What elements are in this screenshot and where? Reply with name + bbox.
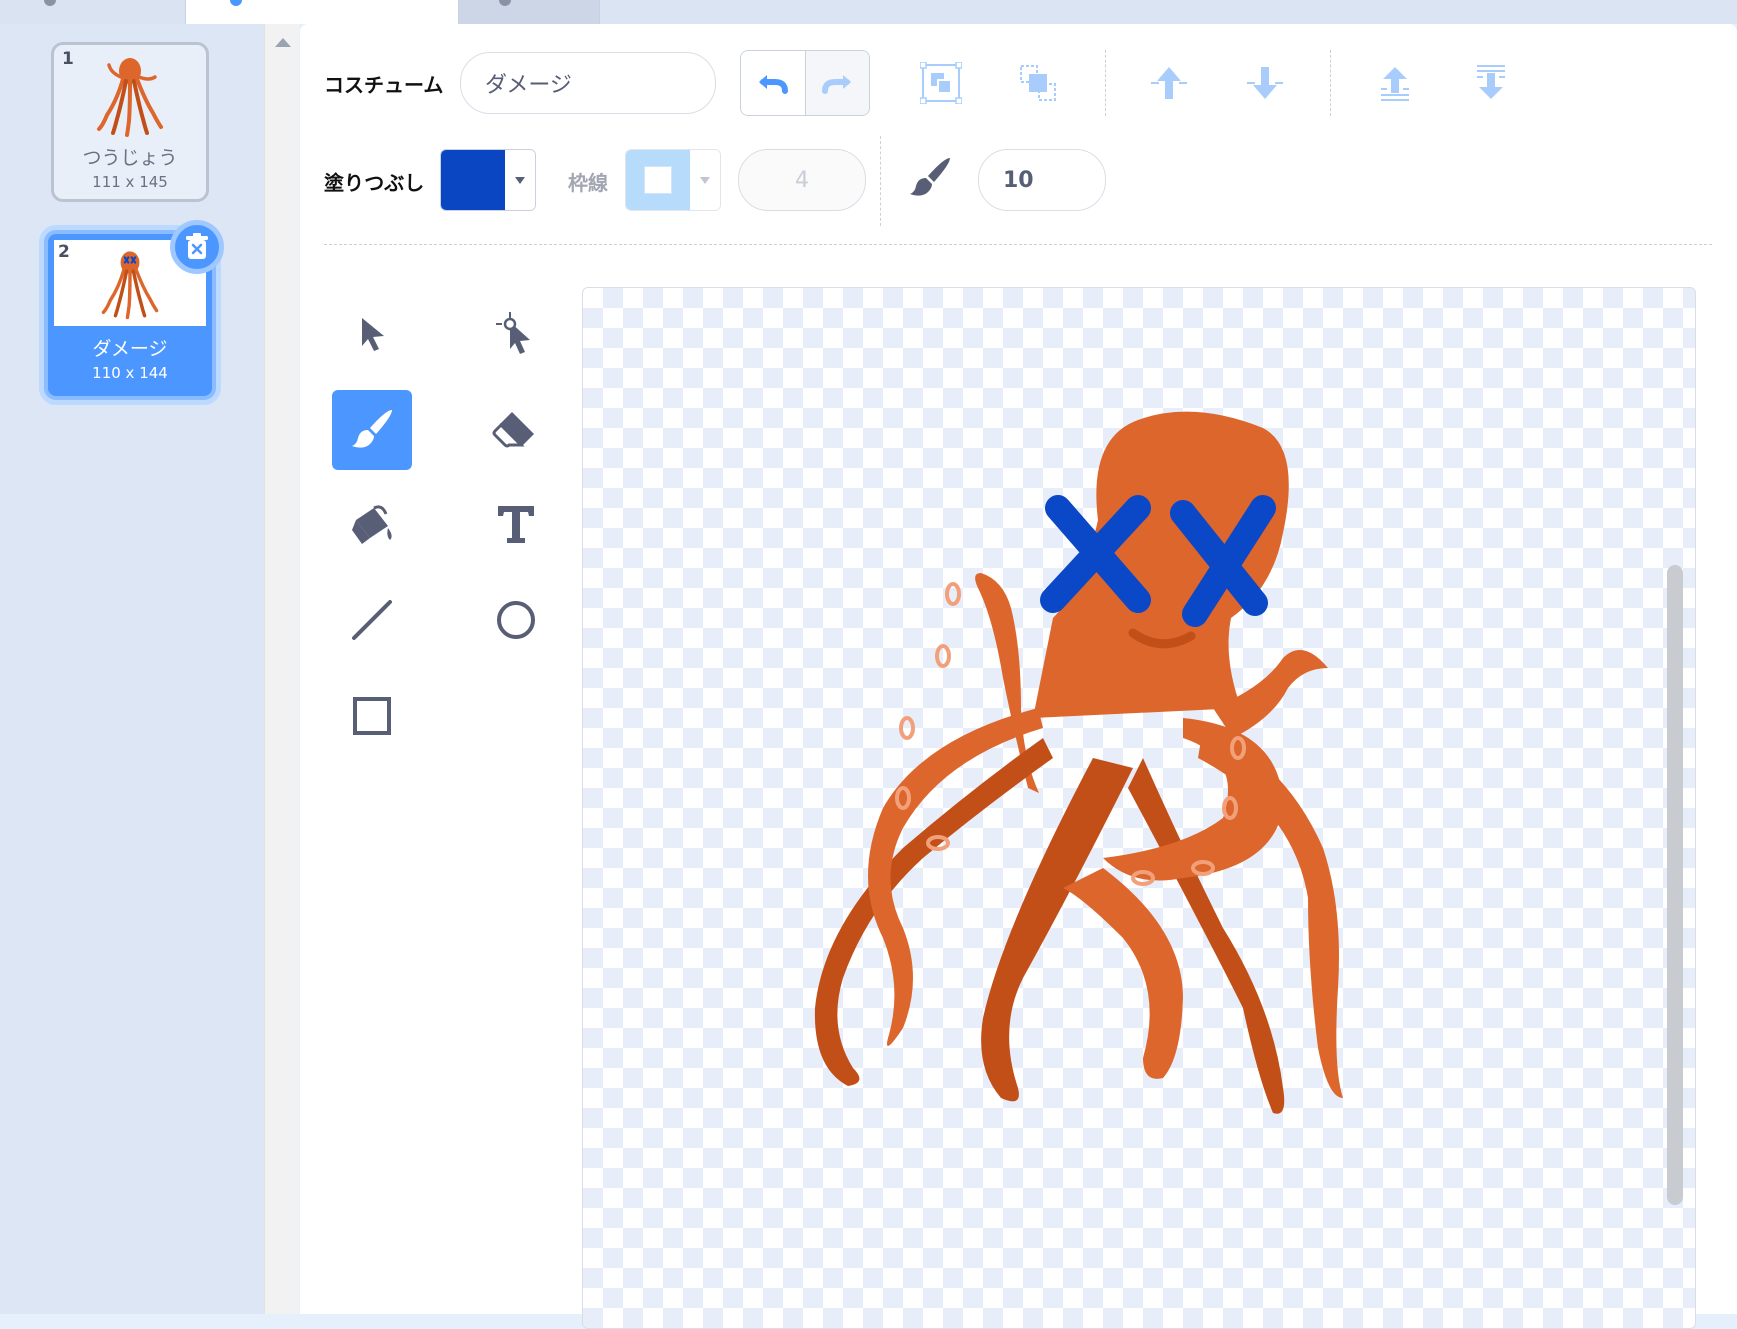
- toolbar-divider: [1105, 50, 1106, 116]
- octopus-thumbnail: [97, 58, 163, 137]
- text-tool[interactable]: [476, 484, 556, 564]
- fill-color-swatch: [441, 150, 505, 210]
- back-button[interactable]: [1465, 57, 1517, 109]
- text-icon: [498, 506, 534, 543]
- undo-icon: [758, 75, 788, 94]
- outline-color-picker[interactable]: [625, 149, 721, 211]
- redo-button[interactable]: [805, 51, 869, 115]
- group-button[interactable]: [915, 57, 967, 109]
- octopus-thumbnail: [101, 251, 159, 320]
- redo-icon: [822, 75, 852, 94]
- costume-number: 1: [62, 49, 74, 69]
- costume-size: 110 x 144: [92, 364, 168, 382]
- ungroup-icon: [1020, 65, 1056, 101]
- send-to-back-icon: [1477, 65, 1505, 99]
- rectangle-tool[interactable]: [332, 676, 412, 756]
- reshape-icon: [496, 312, 530, 354]
- backward-button[interactable]: [1239, 57, 1291, 109]
- forward-button[interactable]: [1143, 57, 1195, 109]
- brush-size-input[interactable]: 10: [978, 149, 1106, 211]
- fill-label: 塗りつぶし: [324, 171, 425, 195]
- circle-tool[interactable]: [476, 580, 556, 660]
- line-icon: [352, 600, 392, 640]
- tab-sounds[interactable]: [459, 0, 600, 24]
- fill-tool[interactable]: [332, 484, 412, 564]
- chevron-down-icon: [505, 150, 535, 210]
- group-icon: [920, 62, 962, 104]
- costume-size: 111 x 145: [92, 173, 168, 191]
- front-button[interactable]: [1369, 57, 1421, 109]
- tab-costumes[interactable]: [186, 0, 459, 24]
- trash-icon: [186, 233, 208, 259]
- costume-name: つうじょう: [82, 147, 178, 169]
- outline-color-swatch: [626, 150, 690, 210]
- delete-costume-button[interactable]: [170, 220, 224, 274]
- chevron-down-icon: [690, 150, 720, 210]
- undo-redo-group: [740, 50, 870, 116]
- tab-code[interactable]: [0, 0, 186, 24]
- outline-width-input[interactable]: 4: [738, 149, 866, 211]
- costume-name-input[interactable]: ダメージ: [460, 52, 716, 114]
- line-tool[interactable]: [332, 580, 412, 660]
- eraser-icon: [492, 412, 534, 448]
- bring-to-front-icon: [1381, 67, 1409, 101]
- brush-size-icon-wrap: [904, 152, 956, 204]
- eraser-tool[interactable]: [476, 390, 556, 470]
- costume-icon: [230, 0, 242, 6]
- outline-label: 枠線: [568, 171, 608, 195]
- brush-icon: [352, 410, 392, 448]
- fill-icon: [352, 505, 392, 544]
- scroll-up-arrow[interactable]: [275, 38, 291, 47]
- costume-list: [0, 24, 264, 1314]
- costume-number: 2: [58, 242, 70, 262]
- sound-icon: [499, 0, 511, 6]
- arrow-up-icon: [1151, 67, 1187, 99]
- costume-name: ダメージ: [92, 338, 168, 360]
- costume-name-label: コスチューム: [324, 73, 444, 97]
- canvas-scrollbar[interactable]: [1667, 565, 1683, 1205]
- brush-icon: [910, 158, 950, 196]
- octopus-drawing: [814, 411, 1343, 1114]
- select-tool[interactable]: [332, 294, 412, 374]
- code-icon: [44, 0, 56, 6]
- toolbar-divider: [880, 136, 881, 226]
- select-icon: [362, 318, 384, 351]
- costume-list-scrollbar[interactable]: [264, 24, 299, 1314]
- undo-button[interactable]: [741, 51, 806, 115]
- circle-icon: [497, 601, 535, 639]
- toolbar-separator: [324, 244, 1712, 245]
- arrow-down-icon: [1247, 67, 1283, 99]
- ungroup-button[interactable]: [1012, 57, 1064, 109]
- brush-tool[interactable]: [332, 390, 412, 470]
- rectangle-icon: [353, 697, 391, 735]
- costume-tile-1[interactable]: 1 つうじょう 111 x 145: [51, 42, 209, 202]
- editor-tabs: [0, 0, 1737, 24]
- toolbar-divider: [1330, 50, 1331, 116]
- fill-color-picker[interactable]: [440, 149, 536, 211]
- drawing-canvas[interactable]: [582, 287, 1696, 1329]
- reshape-tool[interactable]: [476, 294, 556, 374]
